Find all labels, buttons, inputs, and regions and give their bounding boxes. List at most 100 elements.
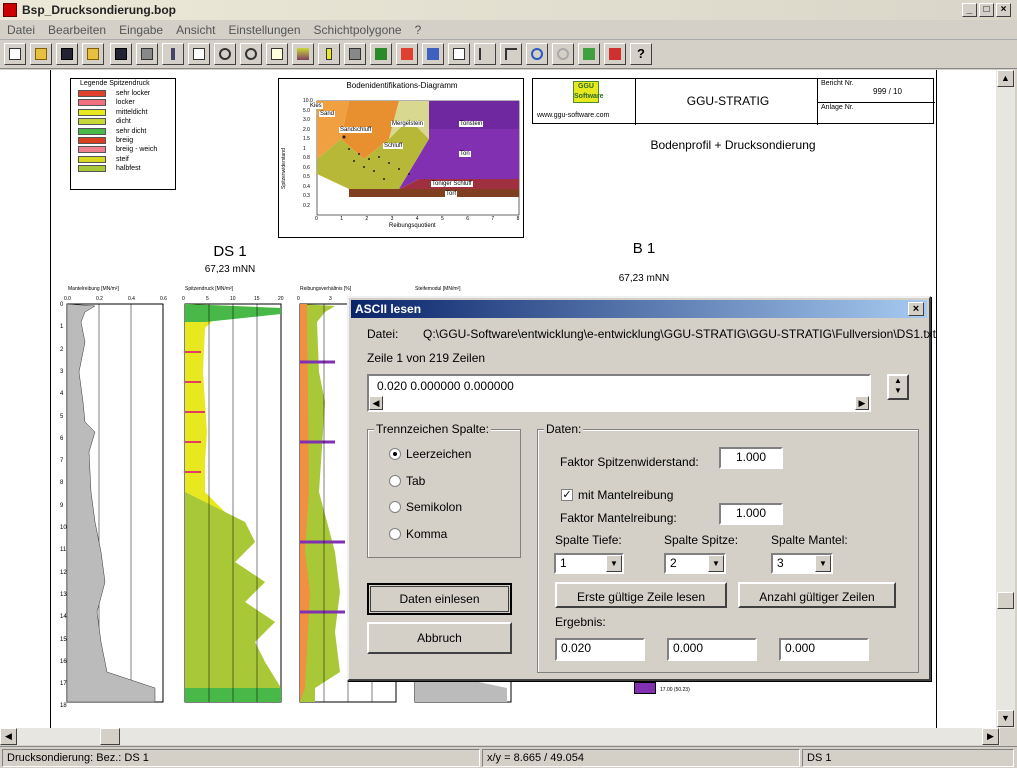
legend-swatch	[78, 108, 106, 116]
scroll-down-button[interactable]: ▼	[997, 710, 1014, 727]
tool-button[interactable]	[162, 43, 184, 65]
chevron-down-icon[interactable]: ▼	[815, 555, 831, 572]
diagram-xtick: 8	[516, 216, 520, 222]
pointer-button[interactable]	[500, 43, 522, 65]
dialog-close-button[interactable]: ×	[908, 302, 924, 316]
menu-schichtpolygone[interactable]: Schichtpolygone	[307, 20, 408, 37]
zone-ton: Ton	[459, 151, 471, 157]
file-path: Q:\GGU-Software\entwicklung\e-entwicklun…	[423, 327, 937, 341]
diagram-ytick: 0.2	[303, 202, 310, 209]
depth-tick: 7	[60, 458, 64, 465]
vertical-scrollbar[interactable]: ▲ ▼	[996, 70, 1015, 728]
read-data-button[interactable]: Daten einlesen	[367, 583, 512, 615]
diagram-xtick: 4	[415, 216, 419, 222]
menu-ansicht[interactable]: Ansicht	[169, 20, 221, 37]
scroll-thumb[interactable]	[997, 592, 1014, 609]
legend-swatch	[78, 146, 106, 154]
menu-eingabe[interactable]: Eingabe	[112, 20, 169, 37]
menu-help[interactable]: ?	[408, 20, 428, 37]
preview-scroll-right[interactable]: ▶	[855, 396, 869, 410]
redo-button[interactable]	[552, 43, 574, 65]
menu-bearbeiten[interactable]: Bearbeiten	[41, 20, 112, 37]
save-as-button[interactable]	[110, 43, 132, 65]
mantel-checkbox[interactable]: ✓	[561, 489, 573, 501]
arrow-down-icon	[375, 48, 387, 60]
preview-scroll-left[interactable]: ◀	[369, 396, 383, 410]
legend-label: mitteldicht	[116, 108, 148, 116]
line-spinner[interactable]: ▲ ▼	[887, 374, 909, 400]
col-tip-value: 2	[670, 556, 677, 570]
scroll-right-button[interactable]: ▶	[982, 728, 999, 745]
radio-leerzeichen[interactable]	[389, 448, 401, 460]
radio-komma-label[interactable]: Komma	[406, 527, 447, 541]
radio-semikolon-label[interactable]: Semikolon	[406, 500, 462, 514]
zoom-page-button[interactable]	[188, 43, 210, 65]
close-button[interactable]: ×	[996, 3, 1011, 17]
layer-button[interactable]	[292, 43, 314, 65]
radio-komma[interactable]	[389, 528, 401, 540]
count-valid-lines-button[interactable]: Anzahl gültiger Zeilen	[738, 582, 896, 608]
save-button[interactable]	[56, 43, 78, 65]
legend-item: halbfest	[71, 164, 175, 173]
open-button[interactable]	[30, 43, 52, 65]
report-number: 999 / 10	[873, 87, 902, 96]
track-tick: 0.0	[64, 296, 71, 302]
diagram-xtick: 3	[390, 216, 394, 222]
legend-swatch	[78, 165, 106, 173]
profile-ds1-name: DS 1	[213, 243, 247, 260]
text-button[interactable]	[448, 43, 470, 65]
ruler-button[interactable]	[474, 43, 496, 65]
sheet-left-border	[50, 70, 51, 728]
factor-mantel-input[interactable]: 1.000	[719, 503, 783, 525]
maximize-button[interactable]: □	[979, 3, 994, 17]
track-tick: 0.4	[128, 296, 135, 302]
chevron-down-icon[interactable]: ▼	[708, 555, 724, 572]
text-lines-icon	[453, 48, 465, 60]
chevron-down-icon[interactable]: ▼	[606, 555, 622, 572]
menu-einstellungen[interactable]: Einstellungen	[221, 20, 306, 37]
copy-button[interactable]	[266, 43, 288, 65]
legend-button[interactable]	[396, 43, 418, 65]
export-button[interactable]	[578, 43, 600, 65]
radio-leerzeichen-label[interactable]: Leerzeichen	[406, 447, 471, 461]
track-tick: 0	[182, 296, 185, 302]
cancel-button[interactable]: Abbruch	[367, 622, 512, 654]
col-mantel-value: 3	[777, 556, 784, 570]
columns-button[interactable]	[344, 43, 366, 65]
print-button[interactable]	[136, 43, 158, 65]
first-valid-line-button[interactable]: Erste gültige Zeile lesen	[555, 582, 727, 608]
zoom-in-button[interactable]	[240, 43, 262, 65]
menu-datei[interactable]: Datei	[0, 20, 41, 37]
hscroll-thumb[interactable]	[100, 728, 120, 745]
scroll-up-button[interactable]: ▲	[997, 70, 1014, 87]
delete-button[interactable]	[604, 43, 626, 65]
new-file-button[interactable]	[4, 43, 26, 65]
mantel-checkbox-label[interactable]: mit Mantelreibung	[578, 488, 673, 502]
column-button[interactable]	[318, 43, 340, 65]
depth-tick: 12	[60, 569, 67, 576]
col-tip-select[interactable]: 2 ▼	[664, 553, 726, 574]
report-label: Bericht Nr.	[821, 80, 854, 87]
depth-tick: 15	[60, 636, 67, 643]
radio-tab-label[interactable]: Tab	[406, 474, 425, 488]
open-folder-button[interactable]	[82, 43, 104, 65]
minimize-button[interactable]: _	[962, 3, 977, 17]
radio-tab[interactable]	[389, 475, 401, 487]
factor-tip-input[interactable]: 1.000	[719, 447, 783, 469]
column-icon	[326, 48, 332, 60]
scroll-left-button[interactable]: ◀	[0, 728, 17, 745]
legend-item: locker	[71, 98, 175, 107]
radio-semikolon[interactable]	[389, 501, 401, 513]
col-mantel-select[interactable]: 3 ▼	[771, 553, 833, 574]
col-depth-select[interactable]: 1 ▼	[554, 553, 624, 574]
horizontal-scrollbar[interactable]: ◀ ▶	[0, 728, 1000, 745]
b1-bottom-label: 17.00 (50.23)	[660, 687, 690, 693]
help-button[interactable]: ?	[630, 43, 652, 65]
zoom-out-button[interactable]	[214, 43, 236, 65]
paint-button[interactable]	[422, 43, 444, 65]
magnifier-plus-icon	[245, 48, 257, 60]
arrow-down-button[interactable]	[370, 43, 392, 65]
undo-button[interactable]	[526, 43, 548, 65]
legend-label: breiig - weich	[116, 146, 158, 154]
dialog-title: ASCII lesen	[355, 302, 422, 316]
